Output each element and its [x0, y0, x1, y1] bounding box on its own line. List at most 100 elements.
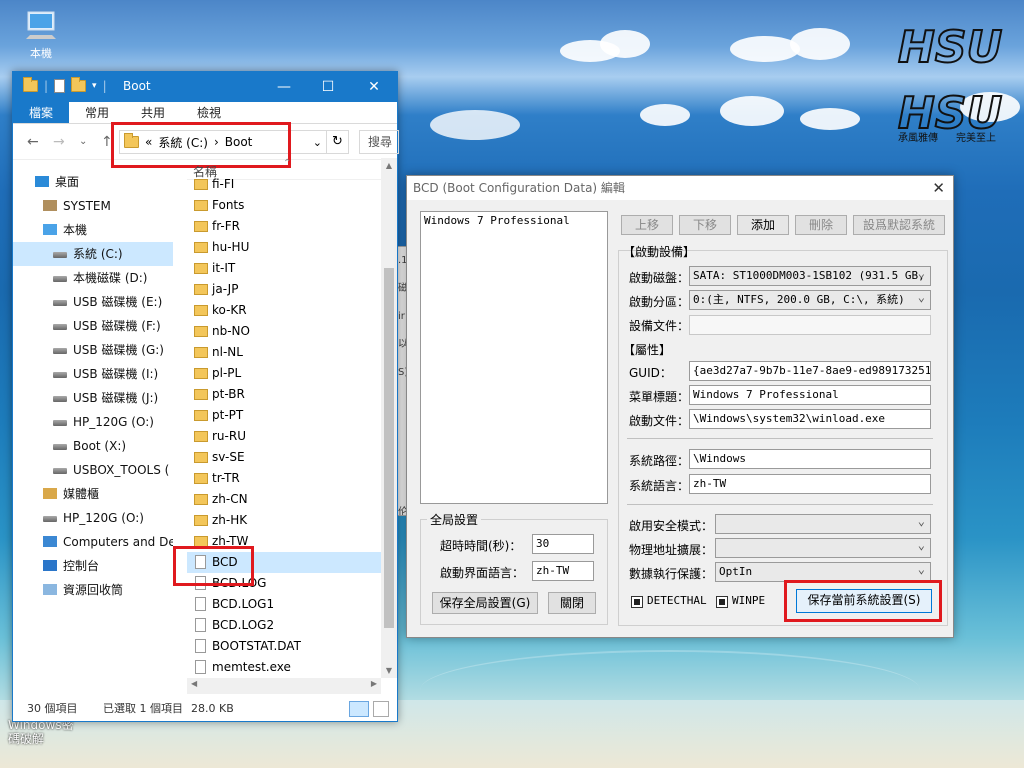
winpe-checkbox[interactable] [716, 596, 728, 608]
sidebar-item-label: 桌面 [55, 175, 80, 189]
vertical-scrollbar[interactable]: ▲ ▼ [381, 158, 397, 678]
sidebar-item[interactable]: 資源回收筒 [13, 578, 173, 602]
file-row[interactable]: ja-JP [187, 279, 381, 300]
address-dropdown-icon[interactable]: ⌄ [313, 136, 322, 149]
file-row[interactable]: sv-SE [187, 447, 381, 468]
sidebar-item[interactable]: USB 磁碟機 (G:) [13, 338, 173, 362]
file-name: pt-PT [212, 408, 244, 422]
properties-icon[interactable] [54, 79, 66, 93]
file-row[interactable]: tr-TR [187, 468, 381, 489]
save-global-settings-button[interactable]: 保存全局設置(G) [432, 592, 538, 614]
system-path-field[interactable]: \Windows [689, 449, 931, 469]
minimize-button[interactable]: — [261, 72, 307, 102]
timeout-field[interactable]: 30 [532, 534, 594, 554]
set-default-button[interactable]: 設爲默認系統 [853, 215, 945, 235]
dialog-title: BCD (Boot Configuration Data) 編輯 [413, 181, 625, 195]
library-icon [43, 488, 57, 499]
file-row[interactable]: memtest.exe [187, 657, 381, 678]
large-icons-view-icon[interactable] [373, 701, 389, 717]
dialog-close-button[interactable]: ✕ [932, 176, 945, 200]
new-folder-icon[interactable] [71, 77, 87, 92]
tab-home[interactable]: 常用 [69, 102, 125, 123]
tab-view[interactable]: 檢視 [181, 102, 237, 123]
sidebar-item[interactable]: USB 磁碟機 (E:) [13, 290, 173, 314]
boot-ui-language-field[interactable]: zh-TW [532, 561, 594, 581]
sidebar-item[interactable]: 本機 [13, 218, 173, 242]
file-row[interactable]: ru-RU [187, 426, 381, 447]
close-button[interactable]: ✕ [351, 72, 397, 102]
pae-select[interactable] [715, 538, 931, 558]
move-down-button[interactable]: 下移 [679, 215, 731, 235]
folder-icon [194, 200, 208, 211]
delete-button[interactable]: 刪除 [795, 215, 847, 235]
boot-file-field[interactable]: \Windows\system32\winload.exe [689, 409, 931, 429]
details-view-icon[interactable] [349, 701, 369, 717]
sidebar-item[interactable]: HP_120G (O:) [13, 410, 173, 434]
dep-select[interactable]: OptIn [715, 562, 931, 582]
tab-share[interactable]: 共用 [125, 102, 181, 123]
ribbon-tabs: 檔案 常用 共用 檢視 [13, 102, 397, 124]
detecthal-checkbox[interactable] [631, 596, 643, 608]
system-language-field[interactable]: zh-TW [689, 474, 931, 494]
forward-arrow-icon[interactable]: → [53, 134, 65, 150]
file-row[interactable]: BOOTSTAT.DAT [187, 636, 381, 657]
file-row[interactable]: nb-NO [187, 321, 381, 342]
boot-entry[interactable]: Windows 7 Professional [424, 214, 604, 227]
sidebar-item[interactable]: 媒體櫃 [13, 482, 173, 506]
guid-field[interactable]: {ae3d27a7-9b7b-11e7-8ae9-ed9891732515} [689, 361, 931, 381]
refresh-icon[interactable]: ↻ [327, 130, 349, 154]
file-row[interactable]: nl-NL [187, 342, 381, 363]
menu-title-field[interactable]: Windows 7 Professional [689, 385, 931, 405]
horizontal-scrollbar[interactable]: ◀ ▶ [187, 678, 381, 694]
file-row[interactable]: fr-FR [187, 216, 381, 237]
sidebar-item[interactable]: USBOX_TOOLS ( [13, 458, 173, 482]
file-row[interactable]: pl-PL [187, 363, 381, 384]
sidebar-item[interactable]: Computers and De [13, 530, 173, 554]
bcd-titlebar[interactable]: BCD (Boot Configuration Data) 編輯 ✕ [407, 176, 953, 200]
file-row[interactable]: fi-FI [187, 174, 381, 195]
sidebar-item[interactable]: HP_120G (O:) [13, 506, 173, 530]
file-row[interactable]: BCD.LOG1 [187, 594, 381, 615]
file-row[interactable]: zh-HK [187, 510, 381, 531]
sidebar-item[interactable]: 桌面 [13, 170, 173, 194]
device-file-field[interactable] [689, 315, 931, 335]
sidebar-item[interactable]: USB 磁碟機 (J:) [13, 386, 173, 410]
this-pc-desktop-icon[interactable]: 本機 [16, 8, 66, 61]
boot-partition-select[interactable]: 0:(主, NTFS, 200.0 GB, C:\, 系統) [689, 290, 931, 310]
scroll-thumb[interactable] [384, 268, 394, 628]
sidebar-item[interactable]: 系統 (C:) [13, 242, 173, 266]
file-row[interactable]: BCD.LOG2 [187, 615, 381, 636]
search-input[interactable]: 搜尋 [359, 130, 399, 154]
windows-password-label[interactable]: Windows密 碼破解 [8, 718, 74, 746]
maximize-button[interactable]: ☐ [305, 72, 351, 102]
file-row[interactable]: ko-KR [187, 300, 381, 321]
close-dialog-button[interactable]: 關閉 [548, 592, 596, 614]
recent-locations-icon[interactable]: ⌄ [79, 136, 87, 147]
cloud [720, 96, 784, 126]
back-arrow-icon[interactable]: ← [27, 134, 39, 150]
sidebar-item-label: 資源回收筒 [63, 583, 124, 597]
item-count: 30 個項目 [27, 702, 78, 715]
sidebar-item[interactable]: USB 磁碟機 (F:) [13, 314, 173, 338]
safe-mode-select[interactable] [715, 514, 931, 534]
file-row[interactable]: pt-PT [187, 405, 381, 426]
move-up-button[interactable]: 上移 [621, 215, 673, 235]
file-row[interactable]: Fonts [187, 195, 381, 216]
qat-dropdown-icon[interactable]: ▾ [92, 81, 97, 91]
sidebar-item[interactable]: SYSTEM [13, 194, 173, 218]
tab-file[interactable]: 檔案 [13, 102, 70, 123]
sidebar-item[interactable]: USB 磁碟機 (I:) [13, 362, 173, 386]
sidebar-item[interactable]: 控制台 [13, 554, 173, 578]
add-button[interactable]: 添加 [737, 215, 789, 235]
boot-entry-list[interactable]: Windows 7 Professional [420, 211, 608, 504]
file-name: fi-FI [212, 177, 235, 191]
file-row[interactable]: hu-HU [187, 237, 381, 258]
window-title: Boot [123, 79, 151, 93]
file-row[interactable]: zh-CN [187, 489, 381, 510]
boot-disk-select[interactable]: SATA: ST1000DM003-1SB102 (931.5 GB, ( [689, 266, 931, 286]
sidebar-item[interactable]: Boot (X:) [13, 434, 173, 458]
sidebar-item[interactable]: 本機磁碟 (D:) [13, 266, 173, 290]
file-row[interactable]: it-IT [187, 258, 381, 279]
file-row[interactable]: pt-BR [187, 384, 381, 405]
explorer-titlebar[interactable]: | ▾ | Boot — ☐ ✕ [13, 72, 397, 102]
